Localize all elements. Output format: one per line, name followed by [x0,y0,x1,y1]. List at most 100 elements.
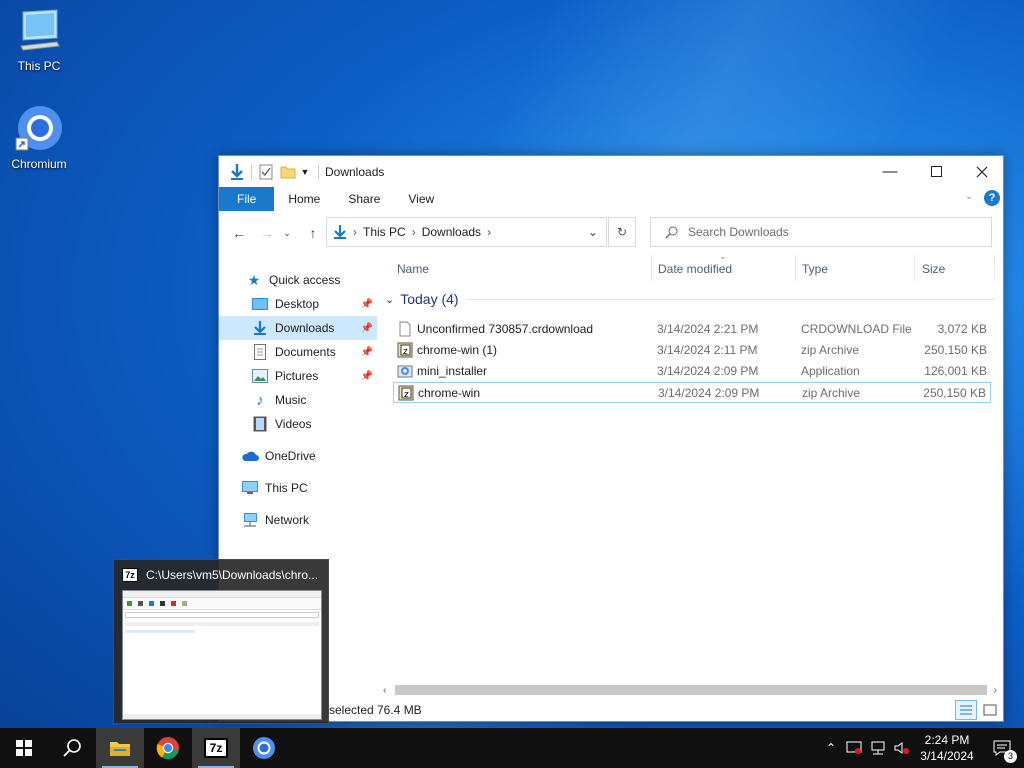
file-date: 3/14/2024 2:09 PM [657,364,759,378]
nav-label: OneDrive [265,449,316,463]
nav-item-videos[interactable]: Videos [219,412,377,436]
pictures-icon [251,367,269,385]
minimize-button[interactable]: — [867,156,913,187]
file-icon [399,321,411,337]
taskbar-chromium[interactable] [240,728,288,768]
table-row[interactable]: mini_installer 3/14/2024 2:09 PM Applica… [393,361,991,382]
desktop-icon-chromium[interactable]: Chromium [2,104,76,171]
large-icons-view-button[interactable] [980,700,1000,720]
new-folder-icon[interactable] [278,162,298,182]
back-button[interactable]: ← [229,223,249,243]
security-icon[interactable] [842,741,866,755]
clock-time: 2:24 PM [924,733,970,747]
back-arrow-icon: ← [232,225,246,241]
column-header-size[interactable]: Size [922,259,945,279]
column-header-date[interactable]: Date modified [658,259,732,279]
nav-onedrive[interactable]: OneDrive [219,444,377,468]
breadcrumb-downloads[interactable]: Downloads [422,225,481,239]
minimize-icon: — [882,163,898,180]
volume-muted-icon[interactable] [890,741,914,755]
breadcrumb-separator-icon: › [487,225,492,239]
show-hidden-icons-chevron-icon[interactable]: ⌃ [820,741,842,755]
clock[interactable]: 2:24 PM 3/14/2024 [914,732,980,764]
chevron-down-icon: ⌄ [283,227,291,238]
window-title: Downloads [325,164,385,179]
up-button[interactable]: ↑ [303,223,323,243]
7zip-icon: 7z [204,738,228,758]
details-view-button[interactable] [955,700,977,720]
documents-icon [251,343,269,361]
system-tray: ⌃ 2:24 PM 3/14/2024 3 [820,728,1024,768]
address-dropdown-icon[interactable]: ⌄ [588,225,598,239]
file-name: chrome-win (1) [417,343,498,357]
tab-share[interactable]: Share [334,187,394,211]
cloud-icon [241,447,259,465]
search-input[interactable]: Search Downloads [650,217,992,247]
column-header-name[interactable]: Name [397,259,429,279]
table-row[interactable]: z chrome-win 3/14/2024 2:09 PM zip Archi… [393,382,991,403]
address-bar[interactable]: › This PC › Downloads › ⌄ [326,217,607,247]
nav-item-downloads[interactable]: Downloads 📌 [219,316,377,340]
star-icon: ★ [247,271,261,288]
column-header-type[interactable]: Type [802,259,828,279]
tab-home[interactable]: Home [274,187,334,211]
column-divider[interactable] [795,255,796,281]
pin-icon: 📌 [360,370,373,382]
large-icons-view-icon [983,704,997,716]
start-button[interactable] [0,728,48,768]
desktop-icon [251,295,269,313]
help-icon[interactable]: ? [984,190,1000,206]
file-size: 126,001 KB [924,364,987,378]
nav-item-pictures[interactable]: Pictures 📌 [219,364,377,388]
search-button[interactable] [48,728,96,768]
breadcrumb-this-pc[interactable]: This PC [363,225,406,239]
taskbar-file-explorer[interactable] [96,728,144,768]
refresh-button[interactable]: ↻ [608,217,636,247]
properties-icon[interactable] [256,162,276,182]
taskbar-chrome[interactable] [144,728,192,768]
nav-label: Desktop [275,297,320,311]
nav-label: Quick access [269,273,341,287]
maximize-button[interactable] [913,156,959,187]
column-divider[interactable] [994,255,995,281]
column-divider[interactable] [651,255,652,281]
download-arrow-icon[interactable] [227,162,247,182]
close-button[interactable] [959,156,1005,187]
monitor-icon [20,9,60,51]
scrollbar-thumb[interactable] [395,685,987,695]
search-icon [63,739,81,757]
tab-file[interactable]: File [219,187,275,211]
recent-locations-button[interactable]: ⌄ [281,223,293,243]
svg-text:z: z [404,390,409,400]
desktop-icon-this-pc[interactable]: This PC [2,8,76,73]
tab-view[interactable]: View [394,187,448,211]
taskbar-thumbnail-preview[interactable]: 7z C:\Users\vm5\Downloads\chro... [113,559,329,724]
action-center-button[interactable]: 3 [980,740,1024,763]
column-divider[interactable] [914,255,915,281]
nav-network[interactable]: Network [219,508,377,532]
7zip-icon: 7z [122,568,138,582]
table-row[interactable]: Unconfirmed 730857.crdownload 3/14/2024 … [393,319,991,340]
nav-item-music[interactable]: ♪ Music [219,388,377,412]
group-header[interactable]: ⌄ Today (4) [385,289,995,309]
table-row[interactable]: z chrome-win (1) 3/14/2024 2:11 PM zip A… [393,340,991,361]
nav-item-documents[interactable]: Documents 📌 [219,340,377,364]
file-type: Application [801,364,860,378]
details-view-icon [960,705,972,715]
scroll-right-icon[interactable]: › [994,685,997,696]
nav-quick-access[interactable]: ★ Quick access [219,268,377,292]
forward-button[interactable]: → [257,223,277,243]
scroll-left-icon[interactable]: ‹ [383,685,386,696]
nav-this-pc[interactable]: This PC [219,476,377,500]
nav-label: Pictures [275,369,319,383]
film-icon [251,415,269,433]
taskbar-7zip[interactable]: 7z [192,728,240,768]
desktop-icon-label: This PC [17,59,61,73]
refresh-icon: ↻ [616,225,628,239]
expand-ribbon-icon[interactable]: ⌄ [965,191,973,202]
customize-toolbar-dropdown-icon[interactable]: ▼ [298,162,312,182]
nav-item-desktop[interactable]: Desktop 📌 [219,292,377,316]
horizontal-scrollbar[interactable]: ‹ › [381,683,1001,697]
network-icon[interactable] [866,741,890,755]
file-type: CRDOWNLOAD File [801,322,912,336]
